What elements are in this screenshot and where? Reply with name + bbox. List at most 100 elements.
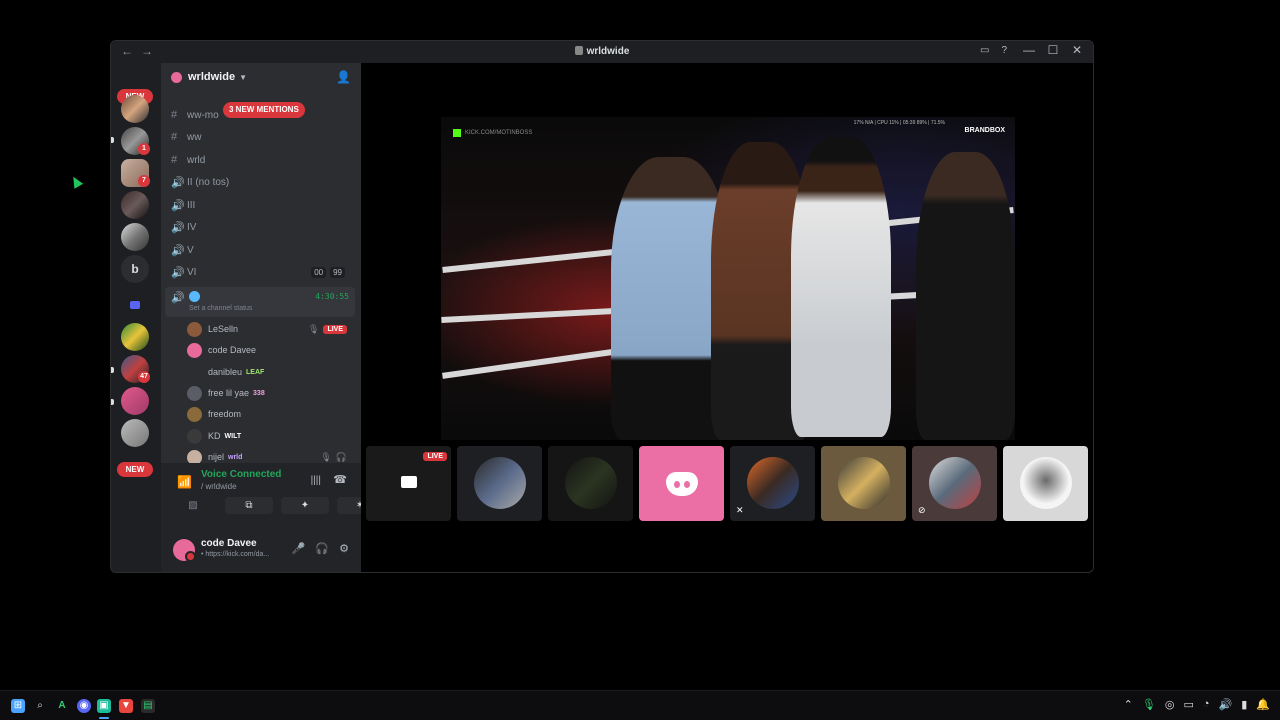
speaker-icon: 🔊 bbox=[171, 266, 185, 279]
stream-video[interactable]: KICK.COM/MOTINBOSS 17% N/A | CPU 11% | 0… bbox=[441, 117, 1015, 440]
participant-tile-screen-share[interactable]: LIVE bbox=[366, 446, 451, 521]
user-panel: code Davee • https://kick.com/da... 🎤 🎧 … bbox=[161, 517, 361, 572]
battery-icon[interactable]: ▮ bbox=[1241, 698, 1247, 711]
server-folder-icon[interactable] bbox=[121, 291, 149, 319]
new-mentions-pill[interactable]: 3 NEW MENTIONS bbox=[223, 102, 305, 118]
minimize-button[interactable]: — bbox=[1017, 43, 1041, 57]
participant-tile[interactable] bbox=[548, 446, 633, 521]
microphone-icon[interactable]: 🎤 bbox=[292, 542, 306, 555]
active-app-icon[interactable]: ▣ bbox=[97, 699, 111, 713]
member-name: KD bbox=[208, 431, 221, 441]
voice-connected-channel[interactable]: / wrldwide bbox=[201, 482, 237, 491]
headphones-icon[interactable]: 🎧 bbox=[315, 542, 329, 555]
channel-label: V bbox=[187, 244, 194, 256]
server-icon-6[interactable] bbox=[121, 323, 149, 351]
system-tray: ⌃ 🎙 ◎ ▭ ◔ 🔊 ▮ 🔔 bbox=[1124, 698, 1270, 711]
activities-button[interactable]: ✦ bbox=[281, 497, 329, 514]
member-name: code Davee bbox=[208, 345, 257, 355]
discord-window: ← → wrldwide ▭ ? — ☐ ✕ NEW 1 7 b bbox=[110, 40, 1094, 573]
voice-channel-v[interactable]: 🔊 V bbox=[171, 240, 351, 260]
muted-icon: 🎙 bbox=[308, 323, 320, 334]
voice-channel-iii[interactable]: 🔊 III bbox=[171, 195, 351, 215]
terminal-icon[interactable]: ▤ bbox=[141, 699, 155, 713]
new-unreads-pill-bottom[interactable]: NEW bbox=[117, 462, 153, 477]
invite-people-icon[interactable]: 👤 bbox=[336, 70, 351, 84]
discord-taskbar-icon[interactable]: ◉ bbox=[77, 699, 91, 713]
app-a-icon[interactable]: A bbox=[55, 699, 69, 713]
speaker-icon: 🔊 bbox=[171, 176, 185, 189]
active-voice-channel[interactable]: 🔊 4:30:55 Set a channel status bbox=[165, 287, 355, 317]
member-name: nijel bbox=[208, 452, 225, 462]
tray-app-icon[interactable]: ◎ bbox=[1165, 698, 1175, 711]
server-icon-1[interactable] bbox=[121, 95, 149, 123]
unread-pip bbox=[111, 399, 114, 405]
participant-tile[interactable]: ⊘ bbox=[912, 446, 997, 521]
voice-channel-vi[interactable]: 🔊 VI 00 99 bbox=[171, 262, 351, 282]
user-custom-status: • https://kick.com/da... bbox=[201, 551, 270, 558]
participant-tile[interactable] bbox=[639, 446, 724, 521]
channel-label: wrld bbox=[187, 154, 206, 166]
voice-member[interactable]: danibleu LEAF bbox=[187, 362, 353, 382]
muted-icon: ✕ bbox=[736, 505, 744, 515]
close-button[interactable]: ✕ bbox=[1065, 43, 1089, 57]
speaker-icon: 🔊 bbox=[171, 292, 185, 304]
participant-tile[interactable]: ✕ bbox=[730, 446, 815, 521]
channel-status[interactable]: Set a channel status bbox=[189, 305, 252, 312]
chevron-up-icon[interactable]: ⌃ bbox=[1124, 698, 1133, 711]
voice-channel-ii[interactable]: 🔊 II (no tos) bbox=[171, 172, 351, 192]
channel-wrld[interactable]: # wrld bbox=[171, 150, 351, 170]
help-icon[interactable]: ? bbox=[1001, 45, 1007, 56]
avatar bbox=[187, 342, 202, 358]
voice-member[interactable]: freedom bbox=[187, 404, 353, 424]
volume-icon[interactable]: 🔊 bbox=[1219, 698, 1233, 711]
user-name[interactable]: code Davee bbox=[201, 538, 257, 549]
brave-browser-icon[interactable]: ▼ bbox=[119, 699, 133, 713]
signal-icon[interactable]: 📶 bbox=[177, 475, 192, 489]
guild-icon bbox=[171, 71, 182, 83]
voice-member[interactable]: free lil yae 338 bbox=[187, 383, 353, 403]
participant-tile[interactable] bbox=[821, 446, 906, 521]
server-list: NEW 1 7 b 47 NEW bbox=[111, 63, 161, 572]
network-icon[interactable]: ▭ bbox=[1183, 698, 1193, 711]
screen-share-icon bbox=[401, 476, 417, 488]
search-icon[interactable]: ⌕ bbox=[33, 699, 47, 713]
screen-share-button[interactable]: ⧉ bbox=[225, 497, 273, 514]
disconnect-icon[interactable]: ☎ bbox=[333, 473, 347, 486]
camera-off-button[interactable]: ▨ bbox=[169, 497, 217, 514]
server-icon-8[interactable] bbox=[121, 387, 149, 415]
server-icon-9[interactable] bbox=[121, 419, 149, 447]
avatar bbox=[187, 364, 202, 380]
inbox-icon[interactable]: ▭ bbox=[980, 45, 989, 56]
clan-tag: 338 bbox=[253, 389, 265, 397]
server-icon-5[interactable] bbox=[121, 223, 149, 251]
deafened-icon: ⊘ bbox=[918, 505, 926, 515]
server-icon-b[interactable]: b bbox=[121, 255, 149, 283]
notification-bell-icon[interactable]: 🔔 bbox=[1256, 698, 1270, 711]
noise-suppression-icon[interactable]: |||| bbox=[311, 475, 321, 486]
voice-member[interactable]: KD WILT bbox=[187, 426, 353, 446]
voice-member[interactable]: nijel wrld 🎙 🎧 bbox=[187, 447, 353, 463]
maximize-button[interactable]: ☐ bbox=[1041, 43, 1065, 57]
user-avatar[interactable] bbox=[173, 539, 196, 562]
voice-connected-label[interactable]: Voice Connected bbox=[201, 469, 281, 480]
avatar bbox=[187, 321, 202, 337]
start-menu-icon[interactable]: ⊞ bbox=[11, 699, 25, 713]
channel-ww[interactable]: # ww bbox=[171, 127, 351, 147]
guild-header[interactable]: wrldwide ▼ 👤 bbox=[161, 63, 361, 91]
voice-channel-iv[interactable]: 🔊 IV bbox=[171, 217, 351, 237]
wifi-icon[interactable]: ◔ bbox=[1203, 698, 1210, 711]
participant-tile[interactable] bbox=[457, 446, 542, 521]
voice-member[interactable]: code Davee bbox=[187, 340, 353, 360]
mouse-cursor bbox=[68, 174, 84, 189]
trainer-figure bbox=[791, 137, 891, 437]
microphone-tray-icon[interactable]: 🎙 bbox=[1142, 698, 1156, 711]
taskbar: ⊞ ⌕ A ◉ ▣ ▼ ▤ ⌃ 🎙 ◎ ▭ ◔ 🔊 ▮ 🔔 bbox=[0, 690, 1280, 720]
title-bar: ← → wrldwide ▭ ? — ☐ ✕ bbox=[111, 41, 1093, 63]
broadcast-logo: BRANDBOX bbox=[964, 127, 1005, 134]
voice-member[interactable]: LeSelln 🎙 LIVE bbox=[187, 319, 353, 339]
server-icon-4[interactable] bbox=[121, 191, 149, 219]
kick-logo-icon bbox=[453, 129, 461, 137]
gear-icon[interactable]: ⚙ bbox=[339, 542, 349, 555]
participant-tile[interactable] bbox=[1003, 446, 1088, 521]
mention-badge: 7 bbox=[138, 175, 150, 187]
